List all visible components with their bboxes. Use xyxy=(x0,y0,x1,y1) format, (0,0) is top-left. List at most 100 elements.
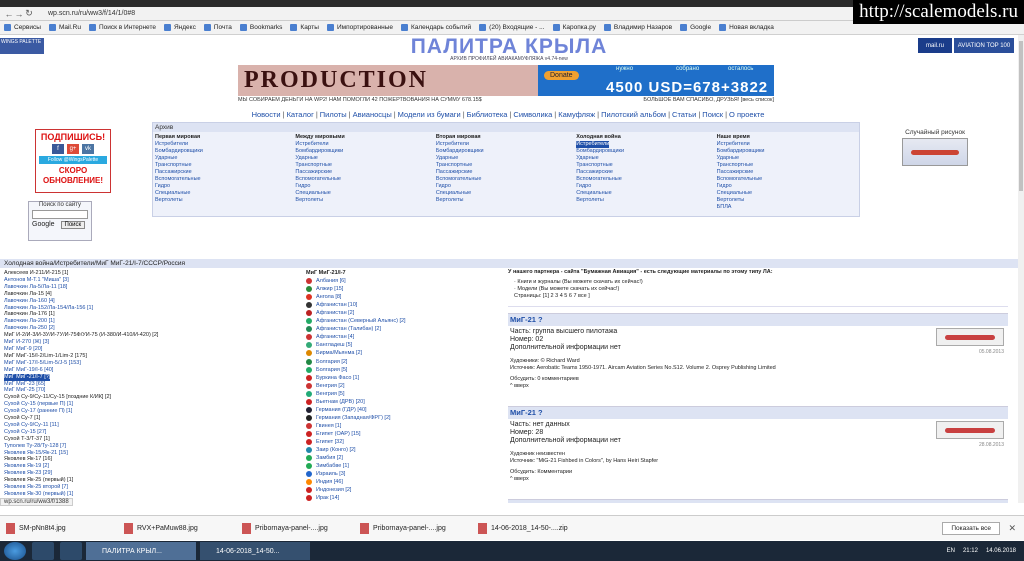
twitter-follow-button[interactable]: Follow @WingsPalette xyxy=(39,156,107,164)
download-item[interactable]: RVX+PaMuw88.jpg xyxy=(124,522,242,534)
aircraft-type-link[interactable]: Лавочкин Ла-176 [1] xyxy=(4,311,55,317)
clock-time[interactable]: 21:12 xyxy=(963,548,978,554)
bookmark-item[interactable]: Календарь событий xyxy=(400,24,471,31)
archive-link[interactable]: Ударные xyxy=(155,155,295,162)
archive-link[interactable]: Пассажирские xyxy=(295,169,435,176)
archive-link[interactable]: Бомбардировщики xyxy=(576,148,716,155)
archive-link[interactable]: Специальные xyxy=(295,190,435,197)
nav-link-8[interactable]: Пилотский альбом xyxy=(601,110,666,119)
archive-link[interactable]: Истребители xyxy=(717,141,857,148)
url-field[interactable]: wp.scn.ru/ru/ww3/f/14/1/0#8 xyxy=(48,10,135,17)
download-item[interactable]: Pribornaya-panel-....jpg xyxy=(360,522,478,534)
archive-link[interactable]: Пассажирские xyxy=(576,169,716,176)
country-item[interactable]: Египет [32] xyxy=(306,438,504,446)
aircraft-type-link[interactable]: МиГ МиГ-17/I-5/Lim-5/J-5 [153] xyxy=(4,360,81,366)
aircraft-type-link[interactable]: Яковлев Як-25 второй [7] xyxy=(4,484,68,490)
nav-link-7[interactable]: Камуфляж xyxy=(558,110,595,119)
start-button[interactable] xyxy=(4,542,26,560)
archive-link[interactable]: Транспортные xyxy=(295,162,435,169)
aircraft-type-link[interactable]: Яковлев Як-25 (первый) [1] xyxy=(4,477,73,483)
google-plus-icon[interactable]: g+ xyxy=(67,144,79,154)
counter-logos[interactable]: mail.ru AVIATION TOP 100 xyxy=(918,38,1014,53)
archive-link[interactable]: Вспомогательные xyxy=(436,176,576,183)
country-item[interactable]: Индия [46] xyxy=(306,478,504,486)
country-item[interactable]: Болгария [5] xyxy=(306,366,504,374)
aircraft-type-link[interactable]: МиГ МиГ-21/I-7 [?] xyxy=(4,373,51,381)
download-item[interactable]: 14-06-2018_14-50-....zip xyxy=(478,522,596,534)
archive-link[interactable]: Специальные xyxy=(576,190,716,197)
aircraft-type-link[interactable]: Лавочкин Ла-250 [2] xyxy=(4,325,55,331)
bookmark-item[interactable]: (20) Входящие - ... xyxy=(479,24,545,31)
partner-models-link[interactable]: · Модели (Вы можете скачать их сейчас!) xyxy=(514,286,1008,293)
download-item[interactable]: Pribornaya-panel-....jpg xyxy=(242,522,360,534)
archive-link[interactable]: Бомбардировщики xyxy=(295,148,435,155)
country-item[interactable]: Буркина Фасо [1] xyxy=(306,374,504,382)
country-item[interactable]: Алжир [15] xyxy=(306,285,504,293)
country-item[interactable]: Афганистан [2] xyxy=(306,309,504,317)
country-item[interactable]: Иран [3] xyxy=(306,502,504,503)
profile-up-link[interactable]: ^ вверх xyxy=(510,383,1006,390)
close-icon[interactable]: ✕ xyxy=(1008,523,1016,534)
archive-link[interactable]: Специальные xyxy=(436,190,576,197)
archive-link[interactable]: Транспортные xyxy=(436,162,576,169)
random-aircraft-image[interactable] xyxy=(902,138,968,166)
aircraft-type-link[interactable]: МиГ МиГ-15/I-2/Lim-1/Lim-2 [175] xyxy=(4,353,87,359)
country-item[interactable]: Германия (ГДР) [40] xyxy=(306,406,504,414)
country-item[interactable]: Болгария [2] xyxy=(306,358,504,366)
archive-link[interactable]: БПЛА xyxy=(717,204,857,211)
archive-link[interactable]: Пассажирские xyxy=(717,169,857,176)
profile-title[interactable]: МиГ-21 ? xyxy=(508,407,1008,419)
nav-link-5[interactable]: Библиотека xyxy=(467,110,508,119)
archive-link[interactable]: Ударные xyxy=(436,155,576,162)
task-browser[interactable]: ПАЛИТРА КРЫЛ... xyxy=(86,542,196,560)
aircraft-type-link[interactable]: Яковлев Як-15/Як-21 [15] xyxy=(4,450,68,456)
archive-link[interactable]: Истребители xyxy=(155,141,295,148)
scroll-thumb[interactable] xyxy=(1019,41,1023,191)
country-item[interactable]: Венгрия [5] xyxy=(306,390,504,398)
country-item[interactable]: Вьетнам (ДРВ) [20] xyxy=(306,398,504,406)
donate-button[interactable]: Donate xyxy=(544,71,579,80)
archive-link[interactable]: Гидро xyxy=(717,183,857,190)
country-item[interactable]: Афганистан [10] xyxy=(306,301,504,309)
country-item[interactable]: Ангола [8] xyxy=(306,293,504,301)
archive-link[interactable]: Вспомогательные xyxy=(155,176,295,183)
aircraft-type-link[interactable]: Сухой Су-9/Су-11 [11] xyxy=(4,422,59,428)
nav-link-3[interactable]: Авианосцы xyxy=(353,110,392,119)
country-item[interactable]: Афганистан (Талибан) [2] xyxy=(306,325,504,333)
aircraft-type-link[interactable]: Алексеев И-211/И-215 [1] xyxy=(4,270,68,276)
nav-link-1[interactable]: Каталог xyxy=(287,110,314,119)
country-item[interactable]: Египет (ОАР) [15] xyxy=(306,430,504,438)
archive-link[interactable]: Бомбардировщики xyxy=(436,148,576,155)
bookmark-item[interactable]: Каропка.ру xyxy=(552,24,596,31)
bookmark-item[interactable]: Сервисы xyxy=(4,24,41,31)
aircraft-type-link[interactable]: Лавочкин Ла-160 [4] xyxy=(4,298,55,304)
bookmark-item[interactable]: Bookmarks xyxy=(239,24,282,31)
archive-link[interactable]: Транспортные xyxy=(155,162,295,169)
aircraft-type-link[interactable]: Яковлев Як-17 [16] xyxy=(4,456,52,462)
aircraft-type-link[interactable]: Сухой Су-15 (первые П) [1] xyxy=(4,401,73,407)
country-item[interactable]: Бангладеш [5] xyxy=(306,341,504,349)
archive-link[interactable]: Гидро xyxy=(436,183,576,190)
archive-link[interactable]: Бомбардировщики xyxy=(155,148,295,155)
bookmark-item[interactable]: Mail.Ru xyxy=(48,24,81,31)
archive-link[interactable]: Истребители xyxy=(576,141,610,148)
back-icon[interactable]: ← xyxy=(4,9,14,19)
archive-link[interactable]: Транспортные xyxy=(576,162,716,169)
mailru-counter[interactable]: mail.ru xyxy=(918,38,952,53)
bookmark-item[interactable]: Импортированные xyxy=(326,24,393,31)
aircraft-type-link[interactable]: Туполев Ту-28/Ту-128 [7] xyxy=(4,443,66,449)
country-item[interactable]: Гвинея [1] xyxy=(306,422,504,430)
country-item[interactable]: Албания [6] xyxy=(306,277,504,285)
bookmark-item[interactable]: Яндекс xyxy=(163,24,196,31)
aircraft-type-link[interactable]: МиГ МиГ-9 [20] xyxy=(4,346,42,352)
aircraft-type-link[interactable]: Лавочкин Ла-200 [1] xyxy=(4,318,55,324)
country-item[interactable]: Афганистан (Северный Альянс) [2] xyxy=(306,317,504,325)
aircraft-type-link[interactable]: Сухой Су-7 [1] xyxy=(4,415,40,421)
profile-up-link[interactable]: ^ вверх xyxy=(510,476,1006,483)
archive-link[interactable]: Пассажирские xyxy=(436,169,576,176)
archive-link[interactable]: Бомбардировщики xyxy=(717,148,857,155)
aircraft-type-link[interactable]: Лавочкин Ла-15 [4] xyxy=(4,291,52,297)
reload-icon[interactable]: ↻ xyxy=(24,8,34,19)
aircraft-type-link[interactable]: МиГ И-270 (Ж) [3] xyxy=(4,339,49,345)
archive-link[interactable]: Ударные xyxy=(576,155,716,162)
